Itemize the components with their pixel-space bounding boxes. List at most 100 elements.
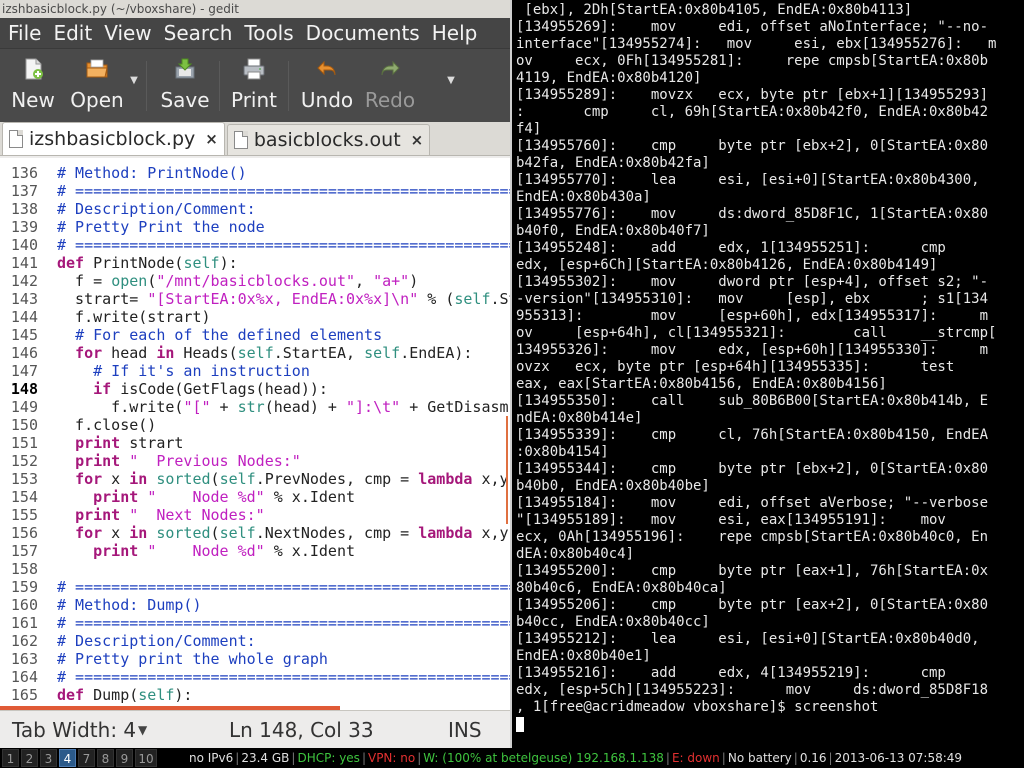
new-label: New bbox=[11, 88, 55, 112]
terminal-cursor bbox=[516, 716, 524, 732]
code-line[interactable]: f.close() bbox=[57, 416, 510, 434]
code-line[interactable]: # Description/Comment: bbox=[57, 632, 510, 650]
code-line[interactable]: def PrintNode(self): bbox=[57, 254, 510, 272]
print-button[interactable]: Print bbox=[226, 49, 282, 123]
code-line[interactable]: # ======================================… bbox=[57, 578, 510, 596]
line-number: 141 bbox=[10, 254, 38, 272]
tab-width-dropdown-icon[interactable]: ▼ bbox=[138, 723, 147, 737]
terminal-prompt-line[interactable] bbox=[516, 716, 1024, 733]
terminal-line: [134955200]: cmp byte ptr [eax+1], 76h[S… bbox=[516, 563, 989, 579]
terminal-line: "[134955189]: mov esi, eax[134955191]: m… bbox=[516, 512, 946, 528]
line-number: 162 bbox=[10, 632, 38, 650]
menu-view[interactable]: View bbox=[98, 18, 157, 48]
menu-edit[interactable]: Edit bbox=[47, 18, 98, 48]
code-line[interactable]: # ======================================… bbox=[57, 182, 510, 200]
code-line[interactable]: # ======================================… bbox=[57, 614, 510, 632]
code-line[interactable]: print " Previous Nodes:" bbox=[57, 452, 510, 470]
redo-button[interactable]: Redo bbox=[359, 49, 421, 123]
tab-width-selector[interactable]: Tab Width: 4 bbox=[12, 718, 136, 742]
tab-izshbasicblock[interactable]: izshbasicblock.py × bbox=[2, 122, 225, 155]
undo-button[interactable]: Undo bbox=[295, 49, 359, 123]
line-number: 144 bbox=[10, 308, 38, 326]
tab-close-icon[interactable]: × bbox=[205, 130, 218, 148]
workspace-7[interactable]: 7 bbox=[78, 749, 95, 767]
workspace-3[interactable]: 3 bbox=[40, 749, 57, 767]
terminal-line: [134955216]: add edx, 4[134955219]: cmp bbox=[516, 665, 946, 681]
workspace-2[interactable]: 2 bbox=[21, 749, 38, 767]
code-line[interactable]: # Pretty print the whole graph bbox=[57, 650, 510, 668]
line-number: 161 bbox=[10, 614, 38, 632]
code-line[interactable]: # For each of the defined elements bbox=[57, 326, 510, 344]
terminal-line: ecx, 0Ah[134955196]: repe cmpsb[StartEA:… bbox=[516, 529, 989, 545]
redo-label: Redo bbox=[364, 88, 416, 112]
terminal-line: b40f0, EndEA:0x80b40f7] bbox=[516, 223, 710, 239]
toolbar-overflow-dropdown[interactable]: ▼ bbox=[445, 49, 457, 86]
clock: 2013-06-13 07:58:49 bbox=[834, 751, 963, 765]
menu-file[interactable]: File bbox=[2, 18, 47, 48]
terminal-window[interactable]: [ebx], 2Dh[StartEA:0x80b4105, EndEA:0x80… bbox=[510, 0, 1024, 748]
code-line[interactable]: if isCode(GetFlags(head)): bbox=[57, 380, 510, 398]
code-editor[interactable]: 136 137 138 139 140 141 142 143 144 145 146 147 148 1… bbox=[0, 158, 510, 710]
code-line[interactable]: # If it's an instruction bbox=[57, 362, 510, 380]
save-button[interactable]: Save bbox=[157, 49, 213, 123]
code-line[interactable]: for x in sorted(self.PrevNodes, cmp = la… bbox=[57, 470, 510, 488]
terminal-line: [134955206]: cmp byte ptr [eax+2], 0[Sta… bbox=[516, 597, 989, 613]
code-line[interactable]: # Method: Dump() bbox=[57, 596, 510, 614]
code-line[interactable]: # Pretty Print the node bbox=[57, 218, 510, 236]
code-line[interactable]: print " Node %d" % x.Ident bbox=[57, 542, 510, 560]
code-line[interactable]: for x in sorted(self.NextNodes, cmp = la… bbox=[57, 524, 510, 542]
ethernet-status: E: down bbox=[671, 751, 720, 765]
code-area[interactable]: # Method: PrintNode() # =================… bbox=[57, 164, 510, 704]
tab-label: basicblocks.out bbox=[253, 129, 401, 151]
code-line[interactable]: # ======================================… bbox=[57, 668, 510, 686]
terminal-line: [134955350]: call sub_80B6B00[StartEA:0x… bbox=[516, 393, 989, 409]
terminal-line: [134955760]: cmp byte ptr [ebx+2], 0[Sta… bbox=[516, 138, 989, 154]
code-line[interactable]: print strart bbox=[57, 434, 510, 452]
menu-help[interactable]: Help bbox=[426, 18, 484, 48]
terminal-line: [134955184]: mov edi, offset aVerbose; "… bbox=[516, 495, 989, 511]
terminal-line: 80b40c6, EndEA:0x80b40ca] bbox=[516, 580, 727, 596]
code-line[interactable]: f.write("[" + str(head) + "]:\t" + GetDi… bbox=[57, 398, 510, 416]
new-button[interactable]: New bbox=[6, 49, 60, 123]
open-label: Open bbox=[70, 88, 124, 112]
open-recent-dropdown[interactable]: ▼ bbox=[128, 49, 140, 86]
line-number: 150 bbox=[10, 416, 38, 434]
tab-basicblocks-out[interactable]: basicblocks.out × bbox=[226, 124, 431, 155]
tab-close-icon[interactable]: × bbox=[411, 131, 424, 149]
workspace-switcher: 1 2 3 4 7 8 9 10 bbox=[0, 749, 157, 767]
code-line[interactable] bbox=[57, 560, 510, 578]
code-line[interactable]: print " Node %d" % x.Ident bbox=[57, 488, 510, 506]
code-line[interactable]: def Dump(self): bbox=[57, 686, 510, 704]
code-line[interactable]: print " Next Nodes:" bbox=[57, 506, 510, 524]
workspace-1[interactable]: 1 bbox=[2, 749, 19, 767]
wifi-status: W: (100% at betelgeuse) 192.168.1.138 bbox=[423, 751, 664, 765]
menu-documents[interactable]: Documents bbox=[300, 18, 426, 48]
code-line[interactable]: for head in Heads(self.StartEA, self.End… bbox=[57, 344, 510, 362]
code-line[interactable]: strart= "[StartEA:0x%x, EndEA:0x%x]\n" %… bbox=[57, 290, 510, 308]
code-line[interactable]: # Description/Comment: bbox=[57, 200, 510, 218]
line-number: 146 bbox=[10, 344, 38, 362]
new-document-icon bbox=[25, 58, 43, 80]
workspace-8[interactable]: 8 bbox=[97, 749, 114, 767]
terminal-line: , 1[free@acridmeadow vboxshare]$ screens… bbox=[516, 699, 879, 715]
terminal-line: edx, [esp+5Ch][134955223]: mov ds:dword_… bbox=[516, 682, 989, 698]
code-line[interactable]: # Method: PrintNode() bbox=[57, 164, 510, 182]
workspace-4[interactable]: 4 bbox=[59, 749, 76, 767]
tab-label: izshbasicblock.py bbox=[29, 128, 196, 150]
line-number: 145 bbox=[10, 326, 38, 344]
open-button[interactable]: Open bbox=[66, 49, 128, 123]
toolbar: New Open ▼ Save Print Undo Redo ▼ bbox=[0, 48, 510, 122]
terminal-line: ov [esp+64h], cl[134955321]: call __strc… bbox=[516, 325, 997, 341]
toolbar-separator bbox=[219, 61, 220, 111]
workspace-9[interactable]: 9 bbox=[116, 749, 133, 767]
terminal-line: dEA:0x80b40c4] bbox=[516, 546, 635, 562]
code-line[interactable]: # ======================================… bbox=[57, 236, 510, 254]
printer-icon bbox=[243, 58, 265, 80]
line-number: 165 bbox=[10, 686, 38, 704]
menu-tools[interactable]: Tools bbox=[238, 18, 299, 48]
line-number: 154 bbox=[10, 488, 38, 506]
workspace-10[interactable]: 10 bbox=[135, 749, 157, 767]
menu-search[interactable]: Search bbox=[158, 18, 239, 48]
code-line[interactable]: f.write(strart) bbox=[57, 308, 510, 326]
code-line[interactable]: f = open("/mnt/basicblocks.out", "a+") bbox=[57, 272, 510, 290]
